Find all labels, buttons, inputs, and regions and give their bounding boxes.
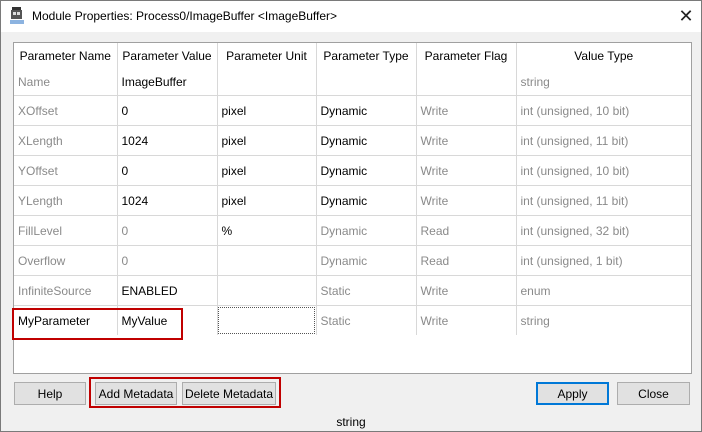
title-bar: Module Properties: Process0/ImageBuffer … [1, 1, 701, 32]
param-unit-cell[interactable]: pixel [217, 155, 317, 186]
param-type-cell: Dynamic [316, 155, 417, 186]
value-type-cell: string [520, 75, 550, 89]
table-row[interactable]: Name ImageBuffer string [14, 69, 691, 96]
param-flag-cell: Write [416, 185, 517, 216]
add-metadata-button[interactable]: Add Metadata [95, 382, 177, 405]
param-value-cell[interactable]: 1024 [117, 125, 218, 156]
param-type-cell: Dynamic [316, 215, 417, 246]
table-row[interactable]: Overflow 0 Dynamic Read int (unsigned, 1… [14, 245, 691, 276]
param-unit-cell[interactable]: pixel [217, 185, 317, 216]
value-type-cell: int (unsigned, 11 bit) [516, 185, 691, 216]
column-header-name[interactable]: Parameter Name [14, 43, 118, 69]
param-type-cell [316, 69, 417, 96]
table-header: Parameter Name Parameter Value Parameter… [14, 43, 691, 69]
param-flag-cell [416, 69, 517, 96]
param-flag-cell: Write [416, 275, 517, 306]
param-value-cell: 0 [117, 215, 218, 246]
status-bar-text: string [336, 415, 366, 429]
param-name-cell: FillLevel [14, 215, 118, 246]
param-type-cell: Static [316, 275, 417, 306]
param-flag-cell: Read [416, 245, 517, 276]
param-unit-cell[interactable] [217, 275, 317, 306]
param-unit-cell[interactable] [217, 245, 317, 276]
value-type-cell: int (unsigned, 10 bit) [516, 95, 691, 126]
close-button[interactable]: Close [617, 382, 690, 405]
param-type-cell: Dynamic [316, 95, 417, 126]
table-row[interactable]: XOffset 0 pixel Dynamic Write int (unsig… [14, 95, 691, 126]
param-type-cell: Static [316, 305, 417, 335]
value-type-cell: int (unsigned, 1 bit) [516, 245, 691, 276]
param-unit-cell[interactable]: % [217, 215, 317, 246]
param-value-cell[interactable]: ENABLED [117, 275, 218, 306]
param-type-cell: Dynamic [316, 125, 417, 156]
param-flag-cell: Write [416, 305, 517, 335]
param-unit-cell[interactable]: pixel [217, 125, 317, 156]
param-unit-cell[interactable]: pixel [217, 95, 317, 126]
param-value-cell[interactable]: ImageBuffer [117, 69, 218, 96]
column-header-value[interactable]: Parameter Value [117, 43, 218, 69]
param-value-cell: 0 [117, 245, 218, 276]
table-row[interactable]: YLength 1024 pixel Dynamic Write int (un… [14, 185, 691, 216]
param-flag-cell: Write [416, 95, 517, 126]
highlight-myparameter-row [12, 308, 183, 340]
delete-metadata-button[interactable]: Delete Metadata [182, 382, 276, 405]
param-flag-cell: Write [416, 125, 517, 156]
value-type-cell: string [516, 305, 691, 335]
table-row[interactable]: FillLevel 0 % Dynamic Read int (unsigned… [14, 215, 691, 246]
param-name-cell: InfiniteSource [14, 275, 118, 306]
value-type-cell: enum [516, 275, 691, 306]
param-name-cell: YLength [14, 185, 118, 216]
column-header-unit[interactable]: Parameter Unit [217, 43, 317, 69]
param-name-cell: XOffset [14, 95, 118, 126]
value-type-cell: int (unsigned, 11 bit) [516, 125, 691, 156]
column-header-value-type[interactable]: Value Type [516, 43, 691, 69]
close-icon[interactable]: ✕ [671, 1, 701, 32]
param-name-cell: Overflow [14, 245, 118, 276]
module-app-icon [10, 7, 24, 24]
table-row[interactable]: InfiniteSource ENABLED Static Write enum [14, 275, 691, 306]
value-type-cell: int (unsigned, 10 bit) [516, 155, 691, 186]
param-unit-edit-cell[interactable] [217, 305, 317, 335]
column-header-flag[interactable]: Parameter Flag [416, 43, 517, 69]
param-type-cell: Dynamic [316, 245, 417, 276]
param-unit-cell[interactable] [217, 69, 317, 96]
param-name-cell: XLength [14, 125, 118, 156]
param-type-cell: Dynamic [316, 185, 417, 216]
window-title: Module Properties: Process0/ImageBuffer … [32, 9, 338, 23]
table-row[interactable]: YOffset 0 pixel Dynamic Write int (unsig… [14, 155, 691, 186]
param-flag-cell: Write [416, 155, 517, 186]
param-name-cell: YOffset [14, 155, 118, 186]
help-button[interactable]: Help [14, 382, 86, 405]
param-value-cell[interactable]: 0 [117, 155, 218, 186]
param-value-cell[interactable]: 0 [117, 95, 218, 126]
apply-button[interactable]: Apply [536, 382, 609, 405]
param-name-cell: Name [14, 69, 118, 96]
value-type-cell: int (unsigned, 32 bit) [516, 215, 691, 246]
table-row[interactable]: XLength 1024 pixel Dynamic Write int (un… [14, 125, 691, 156]
column-header-type[interactable]: Parameter Type [316, 43, 417, 69]
param-flag-cell: Read [416, 215, 517, 246]
module-properties-dialog: Module Properties: Process0/ImageBuffer … [0, 0, 702, 432]
param-value-cell[interactable]: 1024 [117, 185, 218, 216]
